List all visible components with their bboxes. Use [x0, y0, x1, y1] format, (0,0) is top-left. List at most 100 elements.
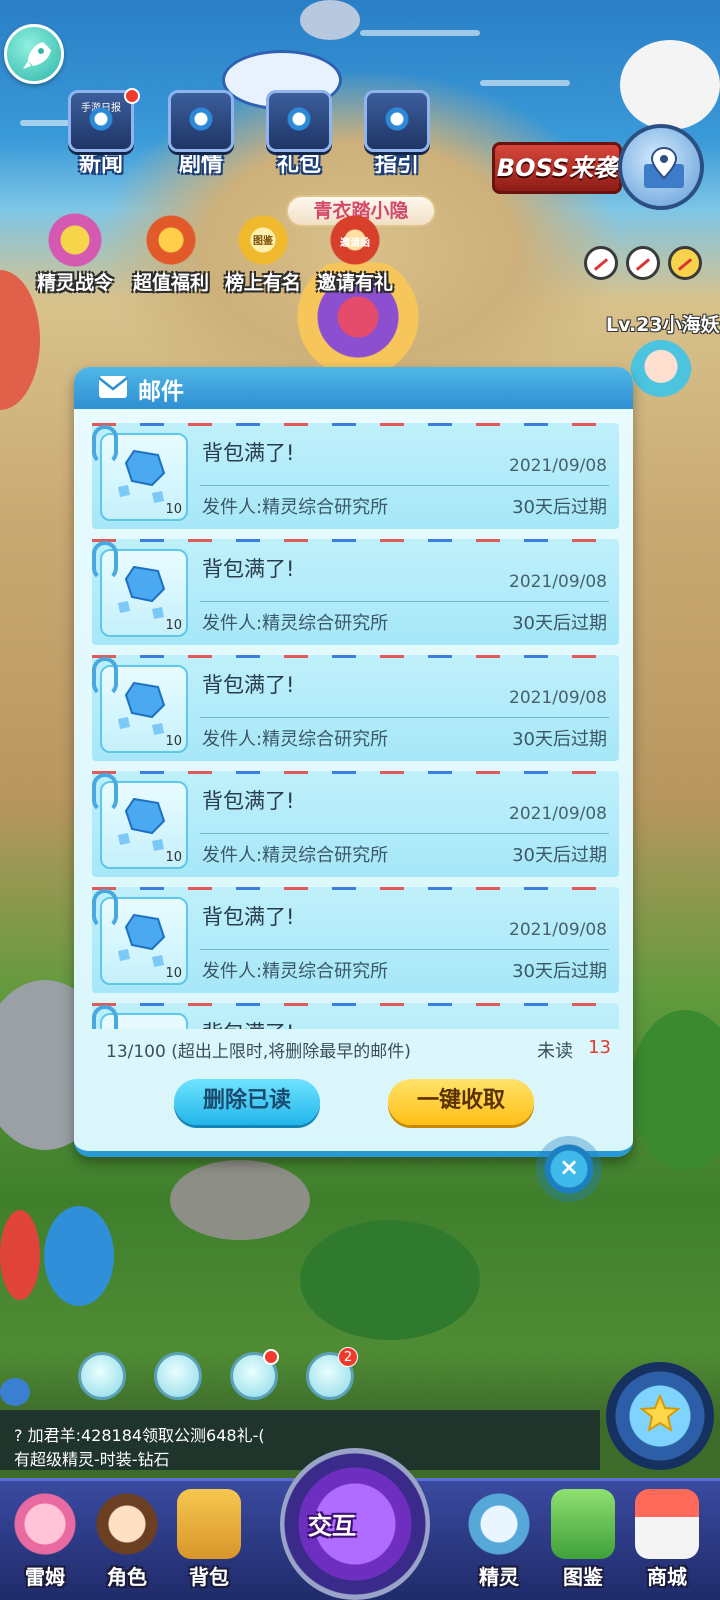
close-dialog-button[interactable]: × — [536, 1136, 602, 1202]
interact-label: 交互 — [308, 1512, 356, 1540]
mail-date: 2021/09/08 — [509, 456, 607, 476]
chat-icon[interactable] — [0, 1378, 30, 1406]
mail-item[interactable]: 背包满了! — [92, 1003, 619, 1029]
crystal-icon — [118, 449, 166, 503]
story-button[interactable]: 剧情 — [162, 90, 240, 190]
chat-ticker[interactable]: ? 加君羊:428184领取公测648礼-( 有超级精灵-时装-钻石 — [0, 1410, 600, 1470]
mail-divider — [200, 949, 609, 950]
nav-shop[interactable]: 商城 — [622, 1489, 712, 1597]
nav-role-label: 角色 — [107, 1565, 147, 1589]
envelope-icon — [98, 376, 128, 398]
boss-incoming-button[interactable]: BOSS来袭 — [492, 142, 622, 194]
crystal-icon — [118, 681, 166, 735]
delete-read-button[interactable]: 删除已读 — [174, 1079, 320, 1125]
mail-subject: 背包满了! — [202, 789, 295, 813]
tool-button-3[interactable] — [230, 1349, 279, 1400]
mail-expiry: 30天后过期 — [512, 729, 607, 750]
battle-pass-icon — [43, 212, 107, 268]
nav-leimu[interactable]: 雷姆 — [0, 1489, 90, 1597]
invitation-card-text: 邀请函 — [340, 238, 370, 249]
mail-expiry: 30天后过期 — [512, 845, 607, 866]
backpack-icon — [177, 1489, 241, 1559]
mail-sender: 发件人:精灵综合研究所 — [202, 613, 389, 634]
star-wand-button[interactable] — [606, 1362, 714, 1470]
invite-reward-button[interactable]: 邀请函 邀请有礼 — [310, 212, 400, 295]
mail-subject: 背包满了! — [202, 1017, 294, 1029]
codex-icon — [551, 1489, 615, 1559]
mail-date: 2021/09/08 — [509, 688, 607, 708]
shop-icon — [635, 1489, 699, 1559]
mail-divider — [200, 833, 609, 834]
mail-date: 2021/09/08 — [509, 804, 607, 824]
exit-icon[interactable] — [668, 246, 702, 280]
news-tile-text: 手游日报 — [81, 103, 121, 114]
invitation-icon: 邀请函 — [323, 212, 387, 268]
value-welfare-button[interactable]: 超值福利 — [126, 212, 216, 295]
leaderboard-button[interactable]: 图鉴 榜上有名 — [218, 212, 308, 295]
map-button[interactable] — [618, 124, 704, 210]
crystal-icon — [118, 797, 166, 851]
mail-capacity-info: 13/100 (超出上限时,将删除最早的邮件) — [106, 1042, 411, 1062]
player-level-label: Lv.23小海妖 — [606, 314, 720, 336]
mail-item[interactable]: 10 背包满了! 2021/09/08 发件人:精灵综合研究所 30天后过期 — [92, 887, 619, 993]
trophy-icon: 图鉴 — [231, 212, 295, 268]
gift-pack-button[interactable]: 礼包 — [260, 90, 338, 190]
attachment-quantity: 10 — [165, 966, 182, 981]
nav-leimu-label: 雷姆 — [25, 1565, 65, 1589]
mail-sender: 发件人:精灵综合研究所 — [202, 845, 389, 866]
leimu-icon — [13, 1489, 77, 1559]
attachment-quantity: 10 — [165, 618, 182, 633]
trophy-plaque-text: 图鉴 — [253, 236, 273, 247]
collect-all-button[interactable]: 一键收取 — [388, 1079, 534, 1125]
spirit-icon — [467, 1489, 531, 1559]
nav-role[interactable]: 角色 — [82, 1489, 172, 1597]
nav-spirit[interactable]: 精灵 — [454, 1489, 544, 1597]
paperclip-icon — [92, 657, 118, 697]
chat-line-2: 有超级精灵-时装-钻石 — [14, 1450, 170, 1469]
player-avatar[interactable] — [630, 340, 692, 406]
nav-spirit-label: 精灵 — [479, 1565, 519, 1589]
battle-pass-label: 精灵战令 — [36, 272, 113, 294]
mail-dialog-header: 邮件 — [74, 367, 633, 409]
leaderboard-label: 榜上有名 — [224, 272, 301, 294]
mail-dialog: 邮件 10 背包满了! 2021/09/08 发件人:精灵综合研究所 30天后过… — [74, 367, 633, 1157]
map-pin-icon — [644, 146, 684, 188]
nav-codex[interactable]: 图鉴 — [538, 1489, 628, 1597]
mail-item[interactable]: 10 背包满了! 2021/09/08 发件人:精灵综合研究所 30天后过期 — [92, 655, 619, 761]
crystal-icon — [118, 565, 166, 619]
mail-dialog-title: 邮件 — [138, 379, 184, 405]
mail-item[interactable]: 10 背包满了! 2021/09/08 发件人:精灵综合研究所 30天后过期 — [92, 539, 619, 645]
nav-backpack-label: 背包 — [189, 1565, 229, 1589]
mail-date: 2021/09/08 — [509, 920, 607, 940]
disable-effects-icon[interactable] — [626, 246, 660, 280]
nav-shop-label: 商城 — [647, 1565, 687, 1589]
crystal-icon — [118, 913, 166, 967]
battle-pass-button[interactable]: 精灵战令 — [30, 212, 120, 295]
mute-icon[interactable] — [584, 246, 618, 280]
mail-item[interactable]: 10 背包满了! 2021/09/08 发件人:精灵综合研究所 30天后过期 — [92, 771, 619, 877]
rocket-button[interactable] — [4, 24, 64, 84]
mail-item[interactable]: 10 背包满了! 2021/09/08 发件人:精灵综合研究所 30天后过期 — [92, 423, 619, 529]
mail-list[interactable]: 10 背包满了! 2021/09/08 发件人:精灵综合研究所 30天后过期 1… — [92, 423, 619, 1029]
news-button[interactable]: 手游日报 新闻 — [62, 88, 140, 190]
unread-label: 未读 — [537, 1041, 573, 1062]
story-icon — [168, 90, 234, 152]
gift-box-icon — [139, 212, 203, 268]
unread-count: 13 — [588, 1037, 611, 1058]
mail-sender: 发件人:精灵综合研究所 — [202, 497, 389, 518]
tool-button-1[interactable] — [78, 1352, 126, 1400]
mail-date: 2021/09/08 — [509, 572, 607, 592]
guide-button[interactable]: 指引 — [358, 90, 436, 190]
nav-backpack[interactable]: 背包 — [164, 1489, 254, 1597]
mail-subject: 背包满了! — [202, 905, 295, 929]
mail-divider — [200, 485, 609, 486]
tool-notification-dot — [263, 1349, 279, 1365]
tool-button-2[interactable] — [154, 1352, 202, 1400]
paperclip-icon — [92, 541, 118, 581]
mail-expiry: 30天后过期 — [512, 497, 607, 518]
close-icon: × — [558, 1153, 580, 1181]
interact-button[interactable]: 交互 — [280, 1448, 430, 1600]
mail-subject: 背包满了! — [202, 673, 295, 697]
mail-subject: 背包满了! — [202, 441, 295, 465]
paperclip-icon — [92, 425, 118, 465]
